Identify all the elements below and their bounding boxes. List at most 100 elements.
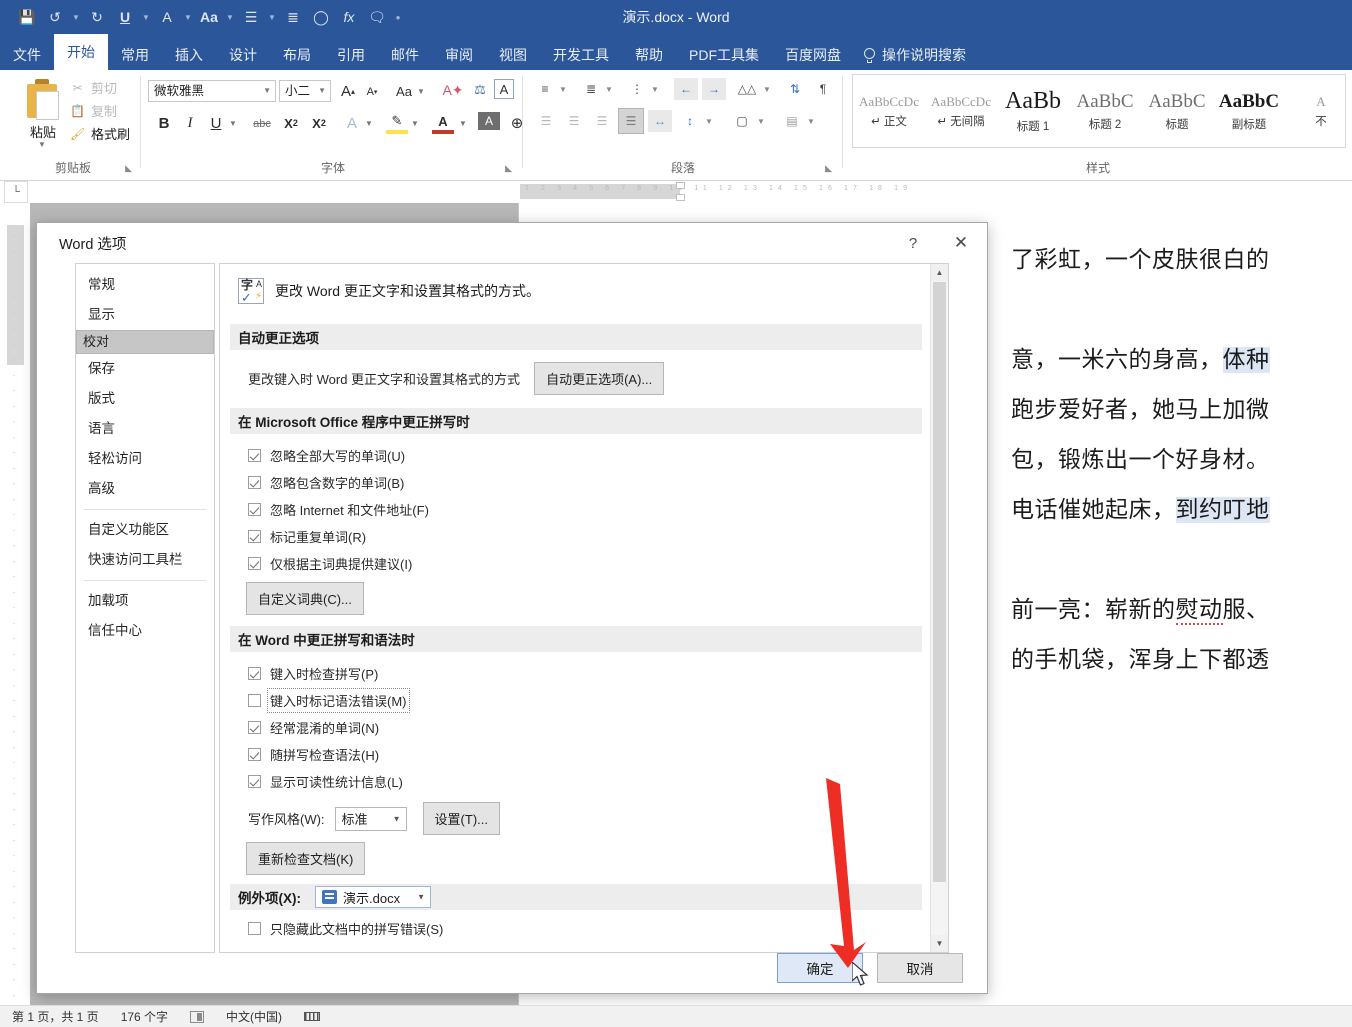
checkbox-ignore-numbers[interactable]: 忽略包含数字的单词(B) [248,473,404,492]
style-item-title[interactable]: AaBbC 标题 [1141,75,1213,147]
borders-chevron-down-icon[interactable]: ▼ [806,110,816,132]
horizontal-ruler[interactable]: 1 2 3 4 5 6 7 8 9 10 11 12 13 14 15 16 1… [30,181,1352,204]
undo-chevron-down-icon[interactable]: ▼ [70,5,82,29]
sidebar-item-proofing[interactable]: 校对 [76,330,214,354]
exceptions-document-select[interactable]: 演示.docx ▼ [315,886,431,908]
multilevel-list-icon[interactable]: ⋮ [626,78,648,100]
change-case-chevron-down-icon[interactable]: ▼ [224,5,236,29]
paste-icon[interactable] [24,78,62,122]
style-item-partial[interactable]: A 不 [1285,75,1345,147]
checkbox-ignore-internet-addresses[interactable]: 忽略 Internet 和文件地址(F) [248,500,429,519]
checkbox-ignore-uppercase[interactable]: 忽略全部大写的单词(U) [248,446,405,465]
sidebar-item-quick-access-toolbar[interactable]: 快速访问工具栏 [76,545,214,575]
checkbox-flag-repeated-words[interactable]: 标记重复单词(R) [248,527,366,546]
font-size-chevron-down-icon[interactable]: ▼ [318,81,326,101]
character-shading-icon[interactable]: A [478,112,500,130]
tab-common[interactable]: 常用 [108,40,162,70]
checkbox-box[interactable] [248,503,261,516]
sidebar-item-general[interactable]: 常规 [76,270,214,300]
font-name-chevron-down-icon[interactable]: ▼ [263,81,271,101]
checkbox-box[interactable] [248,922,261,935]
indent-marker-top[interactable] [676,182,685,189]
document-body-text[interactable]: 了彩虹，一个皮肤很白的 意，一米六的身高，体种 跑步爱好者，她马上加微 包，锻炼… [1011,235,1341,685]
comment-icon[interactable]: 🗨 [364,5,390,29]
align-left-icon[interactable]: ☰ [534,110,558,132]
superscript-button[interactable]: X2 [308,112,330,134]
line-spacing-icon[interactable]: ↕ [678,110,702,132]
font-size-input[interactable]: 小二 ▼ [279,80,331,102]
sidebar-item-save[interactable]: 保存 [76,354,214,384]
numbering-icon[interactable]: ≣ [580,78,602,100]
checkbox-check-spelling-as-you-type[interactable]: 键入时检查拼写(P) [248,664,378,683]
save-icon[interactable]: 💾 [14,5,40,29]
ok-button[interactable]: 确定 [777,953,863,983]
pane-scrollbar[interactable]: ▲ ▼ [930,264,948,952]
undo-icon[interactable]: ↺ [42,5,68,29]
tab-stop-selector[interactable]: └ [4,181,28,203]
style-item-subtitle[interactable]: AaBbC 副标题 [1213,75,1285,147]
subscript-button[interactable]: X2 [280,112,302,134]
grow-font-icon[interactable]: A ▴ [338,80,358,102]
shading-chevron-down-icon[interactable]: ▼ [756,110,766,132]
shrink-font-icon[interactable]: A ▾ [362,81,382,103]
style-gallery[interactable]: AaBbCcDc ↵ 正文 AaBbCcDc ↵ 无间隔 AaBb 标题 1 A… [852,74,1346,148]
style-item-heading-2[interactable]: AaBbC 标题 2 [1069,75,1141,147]
vertical-ruler[interactable]: ----------------------------------------… [4,205,28,1005]
checkbox-hide-spelling-errors-this-document[interactable]: 只隐藏此文档中的拼写错误(S) [248,919,443,938]
tab-view[interactable]: 视图 [486,40,540,70]
input-method-icon[interactable] [304,1012,321,1021]
underline-chevron-down-icon[interactable]: ▼ [140,5,152,29]
checkbox-main-dictionary-only[interactable]: 仅根据主词典提供建议(I) [248,554,412,573]
checkbox-box[interactable] [248,775,261,788]
tab-pdf-tools[interactable]: PDF工具集 [676,40,772,70]
underline-button[interactable]: U [206,112,226,134]
scroll-down-icon[interactable]: ▼ [931,935,948,952]
change-case-chevron-down-icon[interactable]: ▼ [416,80,426,102]
qat-more-icon[interactable]: ● [392,5,404,29]
sidebar-item-customize-ribbon[interactable]: 自定义功能区 [76,515,214,545]
underline-icon[interactable]: U [112,5,138,29]
checkbox-box[interactable] [248,449,261,462]
checkbox-box[interactable] [248,721,261,734]
phonetic-guide-icon[interactable]: A [494,79,514,99]
sidebar-item-accessibility[interactable]: 轻松访问 [76,444,214,474]
checkbox-box[interactable] [248,694,261,707]
bullet-list-icon[interactable]: ☰ [238,5,264,29]
indent-marker-bottom[interactable] [676,194,685,201]
enclose-character-icon[interactable]: ⊕ [506,112,528,134]
underline-chevron-down-icon[interactable]: ▼ [228,112,238,134]
autocorrect-options-button[interactable]: 自动更正选项(A)... [534,362,665,395]
checkbox-check-grammar-with-spelling[interactable]: 随拼写检查语法(H) [248,745,379,764]
checkbox-box[interactable] [248,667,261,680]
tab-developer[interactable]: 开发工具 [540,40,622,70]
checkbox-box[interactable] [248,476,261,489]
highlight-chevron-down-icon[interactable]: ▼ [410,112,420,134]
justify-icon[interactable]: ☰ [618,108,644,134]
line-spacing-chevron-down-icon[interactable]: ▼ [704,110,714,132]
multilevel-chevron-down-icon[interactable]: ▼ [650,78,660,100]
clear-formatting-icon[interactable]: ⚖ [470,79,490,101]
redo-icon[interactable]: ↻ [84,5,110,29]
style-item-normal[interactable]: AaBbCcDc ↵ 正文 [853,75,925,147]
paste-chevron-down-icon[interactable]: ▼ [38,140,46,149]
formula-icon[interactable]: fx [336,5,362,29]
tab-review[interactable]: 审阅 [432,40,486,70]
font-color-chevron-down-icon[interactable]: ▼ [182,5,194,29]
format-painter-button[interactable]: 🖌 格式刷 [70,122,130,145]
decrease-indent-icon[interactable]: ← [674,78,698,100]
change-case-icon[interactable]: Aa [392,80,416,102]
checkbox-box[interactable] [248,557,261,570]
language-status[interactable]: 中文(中国) [226,1008,282,1025]
grammar-settings-button[interactable]: 设置(T)... [422,802,500,835]
tab-mailings[interactable]: 邮件 [378,40,432,70]
tab-home[interactable]: 开始 [54,34,108,70]
bullet-list-chevron-down-icon[interactable]: ▼ [266,5,278,29]
page-number-status[interactable]: 第 1 页，共 1 页 [12,1008,99,1025]
text-effects-icon[interactable]: A✦ [442,79,464,101]
cancel-button[interactable]: 取消 [877,953,963,983]
highlight-color-icon[interactable]: ✎ [386,112,408,134]
sidebar-item-advanced[interactable]: 高级 [76,474,214,504]
proofing-status-icon[interactable] [190,1010,205,1023]
tab-baidu-netdisk[interactable]: 百度网盘 [772,40,854,70]
checkbox-mark-grammar-errors[interactable]: 键入时标记语法错误(M) [248,688,410,713]
